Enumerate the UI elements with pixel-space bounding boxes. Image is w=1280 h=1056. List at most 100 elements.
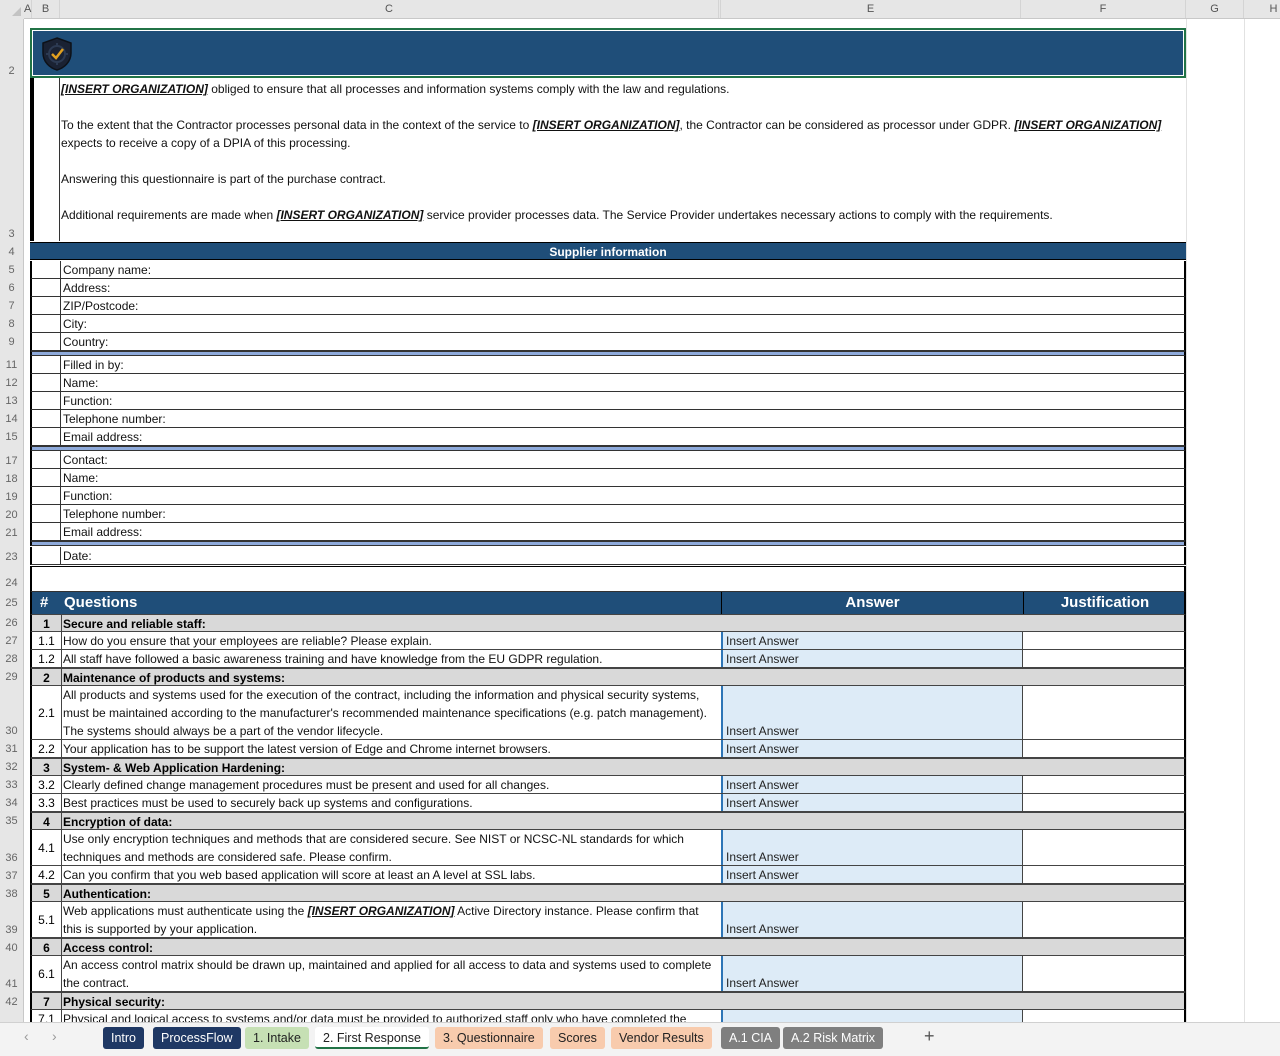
supplier-field-row[interactable]: Date: xyxy=(30,547,1186,565)
org-placeholder[interactable]: [INSERT ORGANIZATION] xyxy=(1014,118,1161,132)
supplier-field-row[interactable]: Contact: xyxy=(30,451,1186,469)
supplier-field-row[interactable]: Email address: xyxy=(30,523,1186,541)
supplier-field-row[interactable]: Function: xyxy=(30,392,1186,410)
cell[interactable] xyxy=(32,374,61,391)
sheet-tab[interactable]: A.1 CIA xyxy=(721,1027,781,1049)
cell[interactable] xyxy=(32,428,61,445)
add-sheet-button[interactable]: + xyxy=(924,1026,935,1047)
row-number[interactable]: 38 xyxy=(0,888,23,900)
supplier-field-row[interactable]: Function: xyxy=(30,487,1186,505)
justification-cell[interactable] xyxy=(1024,830,1184,865)
cell[interactable] xyxy=(32,315,61,332)
answer-cell[interactable]: Insert Answer xyxy=(721,740,1023,757)
row-number[interactable]: 21 xyxy=(0,527,23,539)
supplier-field-row[interactable]: Address: xyxy=(30,279,1186,297)
cell[interactable] xyxy=(32,297,61,314)
row-number[interactable]: 9 xyxy=(0,336,23,348)
column-header-h[interactable]: H xyxy=(1244,0,1280,18)
header-banner[interactable] xyxy=(30,28,1186,78)
answer-cell[interactable] xyxy=(721,1010,1023,1022)
row-number[interactable]: 6 xyxy=(0,282,23,294)
row-number[interactable]: 12 xyxy=(0,377,23,389)
row-number[interactable]: 18 xyxy=(0,473,23,485)
supplier-field-row[interactable]: City: xyxy=(30,315,1186,333)
row-number[interactable]: 24 xyxy=(0,577,23,589)
sheet-tab[interactable]: Vendor Results xyxy=(611,1027,712,1049)
row-number[interactable]: 27 xyxy=(0,635,23,647)
cell[interactable] xyxy=(32,487,61,504)
sheet-tab[interactable]: Intro xyxy=(103,1027,145,1049)
justification-cell[interactable] xyxy=(1024,902,1184,937)
cell[interactable] xyxy=(32,333,61,350)
row-number[interactable]: 37 xyxy=(0,870,23,882)
sheet-tab[interactable]: A.2 Risk Matrix xyxy=(783,1027,884,1049)
cell[interactable] xyxy=(32,451,61,468)
row-number[interactable]: 8 xyxy=(0,318,23,330)
row-number[interactable]: 28 xyxy=(0,653,23,665)
supplier-field-row[interactable]: Filled in by: xyxy=(30,356,1186,374)
cell[interactable] xyxy=(32,279,61,296)
row-number[interactable]: 29 xyxy=(0,671,23,683)
column-header-f[interactable]: F xyxy=(1021,0,1186,18)
sheet-tab[interactable]: ProcessFlow xyxy=(153,1027,241,1049)
row-number[interactable]: 39 xyxy=(0,924,23,936)
supplier-field-row[interactable]: Telephone number: xyxy=(30,410,1186,428)
row-number[interactable]: 26 xyxy=(0,617,23,629)
cell[interactable] xyxy=(32,505,61,522)
row-number[interactable]: 34 xyxy=(0,797,23,809)
cell[interactable] xyxy=(32,392,61,409)
cell[interactable] xyxy=(32,356,61,373)
supplier-field-row[interactable]: Company name: xyxy=(30,261,1186,279)
row-number[interactable]: 20 xyxy=(0,509,23,521)
sheet-tab[interactable]: Scores xyxy=(550,1027,605,1049)
sheet-tab[interactable]: 1. Intake xyxy=(245,1027,309,1049)
justification-cell[interactable] xyxy=(1024,650,1184,667)
cell[interactable] xyxy=(32,261,61,278)
column-header-c[interactable]: C xyxy=(60,0,719,18)
row-number[interactable]: 19 xyxy=(0,491,23,503)
row-number[interactable]: 23 xyxy=(0,551,23,563)
supplier-field-row[interactable]: Email address: xyxy=(30,428,1186,446)
justification-cell[interactable] xyxy=(1024,866,1184,883)
next-sheet-button[interactable]: › xyxy=(52,1028,57,1044)
answer-cell[interactable]: Insert Answer xyxy=(721,650,1023,667)
row-number[interactable]: 36 xyxy=(0,852,23,864)
supplier-field-row[interactable]: ZIP/Postcode: xyxy=(30,297,1186,315)
justification-cell[interactable] xyxy=(1024,632,1184,649)
answer-cell[interactable]: Insert Answer xyxy=(721,776,1023,793)
row-number[interactable]: 4 xyxy=(0,246,23,258)
answer-cell[interactable]: Insert Answer xyxy=(721,686,1023,739)
cell[interactable] xyxy=(32,469,61,486)
supplier-field-row[interactable]: Name: xyxy=(30,374,1186,392)
justification-cell[interactable] xyxy=(1024,686,1184,739)
cell[interactable] xyxy=(32,547,61,564)
worksheet-grid[interactable]: [INSERT ORGANIZATION] obliged to ensure … xyxy=(25,19,1280,1022)
row-number[interactable]: 7 xyxy=(0,300,23,312)
answer-cell[interactable]: Insert Answer xyxy=(721,902,1023,937)
justification-cell[interactable] xyxy=(1024,776,1184,793)
column-header-b[interactable]: B xyxy=(32,0,60,18)
row-number[interactable]: 31 xyxy=(0,743,23,755)
row-number[interactable]: 40 xyxy=(0,942,23,954)
row-number[interactable]: 32 xyxy=(0,761,23,773)
column-header-g[interactable]: G xyxy=(1186,0,1244,18)
answer-cell[interactable]: Insert Answer xyxy=(721,794,1023,811)
justification-cell[interactable] xyxy=(1024,1010,1184,1022)
row-number[interactable]: 41 xyxy=(0,978,23,990)
supplier-field-row[interactable]: Country: xyxy=(30,333,1186,351)
org-placeholder[interactable]: [INSERT ORGANIZATION] xyxy=(533,118,680,132)
org-placeholder[interactable]: [INSERT ORGANIZATION] xyxy=(61,82,208,96)
row-number[interactable]: 35 xyxy=(0,815,23,827)
cell[interactable] xyxy=(32,523,61,540)
supplier-field-row[interactable]: Name: xyxy=(30,469,1186,487)
row-number[interactable]: 17 xyxy=(0,455,23,467)
column-header-a[interactable]: A xyxy=(24,0,32,18)
answer-cell[interactable]: Insert Answer xyxy=(721,830,1023,865)
prev-sheet-button[interactable]: ‹ xyxy=(24,1028,29,1044)
justification-cell[interactable] xyxy=(1024,956,1184,991)
justification-cell[interactable] xyxy=(1024,794,1184,811)
org-placeholder[interactable]: [INSERT ORGANIZATION] xyxy=(308,904,455,918)
row-number[interactable]: 11 xyxy=(0,359,23,371)
row-number[interactable]: 3 xyxy=(0,228,23,240)
row-number[interactable]: 25 xyxy=(0,597,23,609)
